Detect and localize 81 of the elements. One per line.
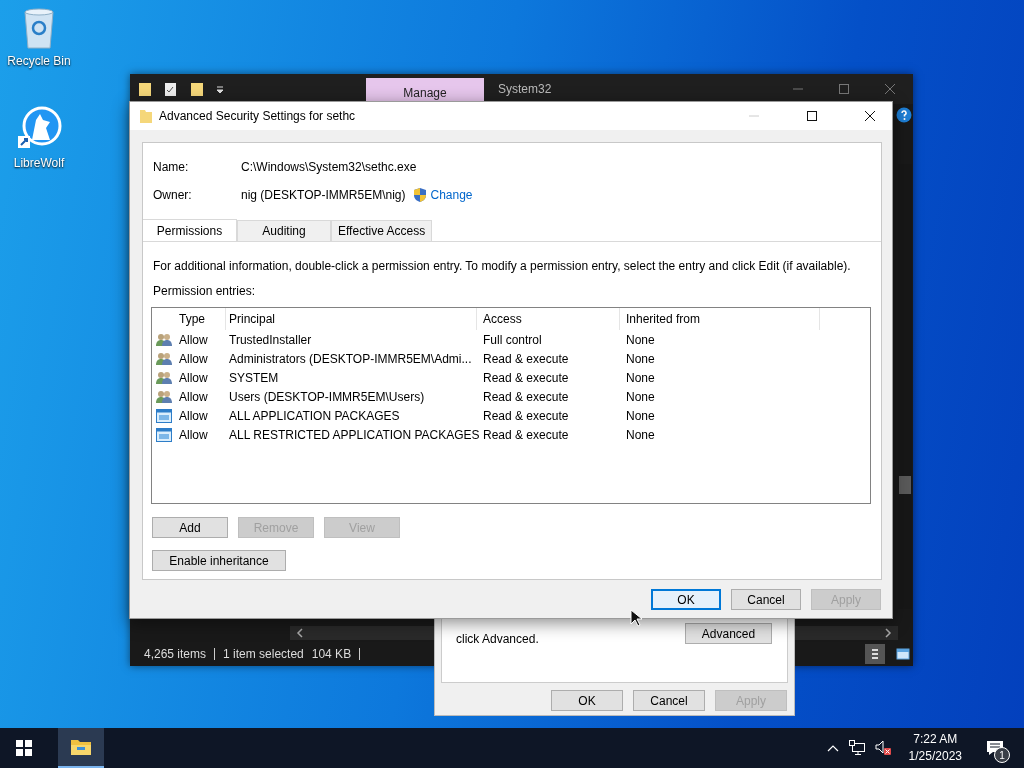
table-cell-text: Read & execute [482,389,570,404]
column-header[interactable]: Type [176,308,226,330]
column-header[interactable]: Access [477,308,620,330]
table-cell-text: Read & execute [482,427,570,442]
table-cell-text: Read & execute [482,408,570,423]
table-cell-text: Read & execute [482,370,570,385]
file-path: C:\Windows\System32\sethc.exe [241,160,417,174]
column-header[interactable]: Inherited from [620,308,820,330]
window-title: System32 [498,82,552,96]
action-button[interactable]: Add [152,517,228,538]
table-cell-text: None [625,332,656,347]
folder-icon [70,738,92,756]
notification-badge: 1 [994,747,1010,763]
tab[interactable]: Auditing [237,220,331,241]
scroll-left-icon[interactable] [296,628,304,638]
table-cell-text: None [625,408,656,423]
app-window-icon [156,427,172,442]
window-title: Advanced Security Settings for sethc [159,109,356,123]
list-label: Permission entries: [153,283,257,299]
ribbon-tab[interactable]: Manage [366,78,484,104]
table-cell-text: None [625,370,656,385]
properties-icon[interactable] [164,81,178,97]
permission-list[interactable] [151,307,871,504]
status-text: 104 KB [311,647,352,661]
column-header[interactable]: Principal [226,308,477,330]
folder-icon[interactable] [138,81,152,97]
field-label: Owner: [153,188,193,202]
recycle-bin-icon[interactable] [21,6,57,50]
table-cell-text: Allow [178,427,209,442]
table-cell-text: None [625,351,656,366]
table-cell-text: SYSTEM [228,370,280,385]
table-cell-text: Full control [482,332,543,347]
users-icon [156,351,172,366]
table-cell-text: TrustedInstaller [228,332,313,347]
status-text: 4,265 items [144,647,207,661]
tab[interactable]: Effective Access [331,220,433,241]
help-icon[interactable] [896,107,912,123]
status-text: 1 item selected [223,647,304,661]
dialog-button[interactable]: OK [551,690,623,711]
change-link[interactable]: Change [430,188,473,202]
hint-text: click Advanced. [456,632,539,646]
field-label: Name: [153,160,190,174]
advanced-button[interactable]: Advanced [685,623,772,644]
table-cell-text: Allow [178,389,209,404]
enable-inheritance-button[interactable]: Enable inheritance [152,550,286,571]
chevron-up-icon[interactable] [826,744,839,752]
table-cell-text: ALL APPLICATION PACKAGES [228,408,401,423]
clock-time[interactable]: 7:22 AM [913,731,958,748]
users-icon [156,389,172,404]
maximize-icon[interactable] [806,110,818,122]
table-cell-text: None [625,427,656,442]
details-view-icon[interactable] [865,644,885,664]
table-cell-text: Users (DESKTOP-IMMR5EM\Users) [228,389,426,404]
table-cell-text: Allow [178,332,209,347]
table-cell-text: Allow [178,408,209,423]
dialog-button[interactable]: Cancel [633,690,705,711]
muted-speaker-icon[interactable] [874,740,893,756]
app-window-icon [156,408,172,423]
cursor-icon [630,609,642,627]
close-icon[interactable] [864,110,876,122]
users-icon [156,370,172,385]
scrollbar-thumb[interactable] [899,476,911,494]
scroll-right-icon[interactable] [884,628,892,638]
table-cell-text: Administrators (DESKTOP-IMMR5EM\Admi... [228,351,473,366]
taskbar-app-button[interactable] [58,728,104,768]
clock-date[interactable]: 1/25/2023 [908,748,962,765]
info-text: For additional information, double-click a permission entry. To modify a permission entry, select the entry and click Edit (if available). [153,258,852,274]
windows-logo-icon[interactable] [16,740,32,756]
table-cell-text: ALL RESTRICTED APPLICATION PACKAGES [228,427,477,442]
table-cell-text: Read & execute [482,351,570,366]
tab[interactable]: Permissions [143,219,237,241]
users-icon [156,332,172,347]
table-cell-text: Allow [178,370,209,385]
dialog-button[interactable]: Cancel [731,589,801,610]
dialog-button[interactable]: OK [651,589,721,610]
shield-icon [413,187,428,203]
table-cell-text: None [625,389,656,404]
network-icon[interactable] [848,740,865,756]
owner-name: nig (DESKTOP-IMMR5EM\nig) [241,188,406,202]
folder-icon [139,108,153,124]
table-cell-text: Allow [178,351,209,366]
